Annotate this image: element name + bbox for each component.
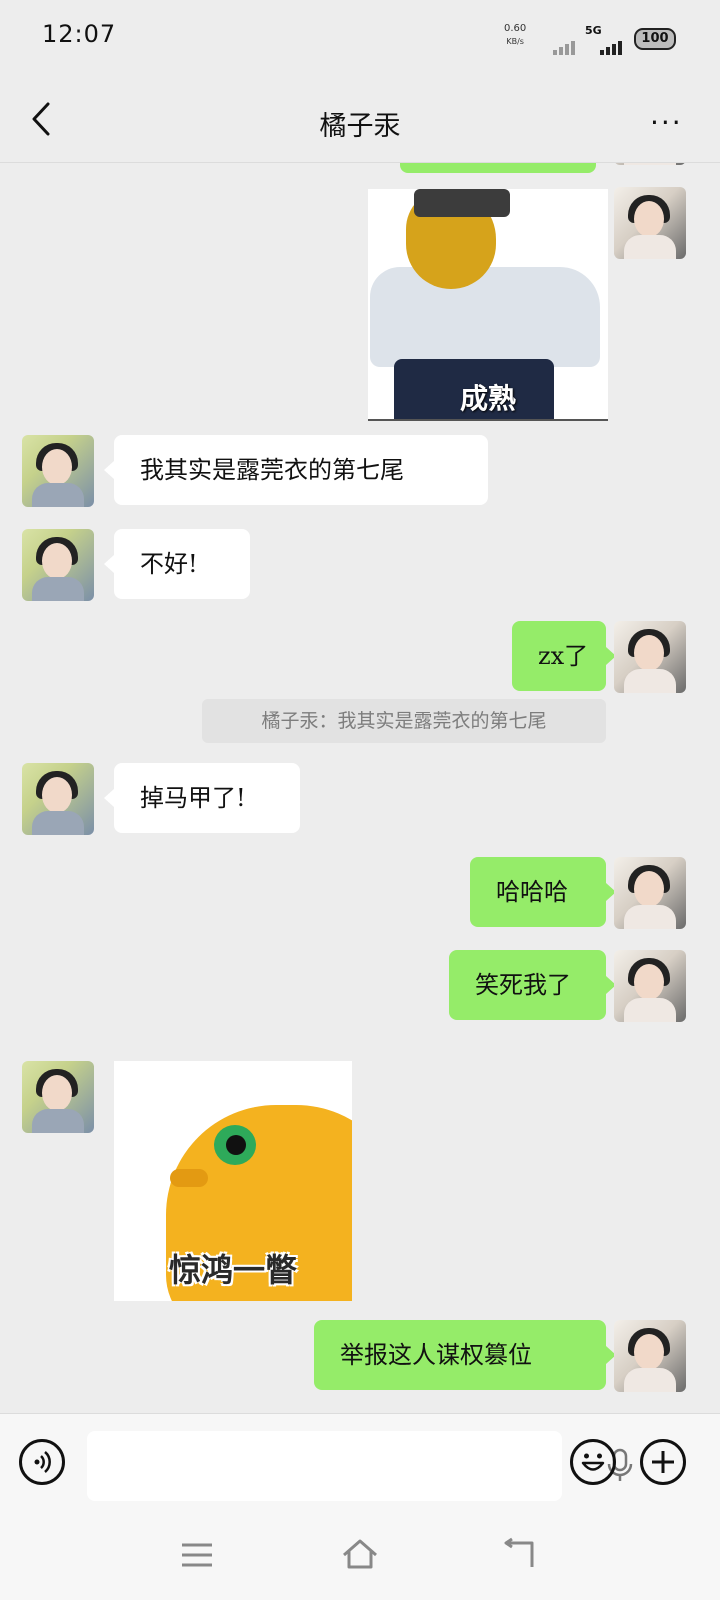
message-bubble[interactable]: 哈哈哈 [470, 857, 616, 927]
menu-icon[interactable] [180, 1541, 214, 1569]
avatar[interactable] [22, 763, 94, 835]
chat-title: 橘子汞 [319, 111, 401, 142]
signal-icon-sim1 [553, 36, 577, 55]
chat-header: 橘子汞 ··· [0, 76, 720, 163]
input-bar [0, 1413, 720, 1514]
plus-icon[interactable] [640, 1439, 686, 1485]
avatar[interactable] [614, 187, 686, 259]
message-bubble[interactable]: zx了 [512, 621, 616, 691]
message-bubble-partial [400, 163, 596, 173]
message-input[interactable] [99, 1431, 503, 1503]
sticker-caption: 惊鸿一瞥 [168, 1251, 297, 1289]
avatar[interactable] [22, 1061, 94, 1133]
message-bubble[interactable]: 我其实是露莞衣的第七尾 [104, 435, 488, 505]
message-list[interactable]: 成熟 我其实是露莞衣的第七尾 不好! zx了 橘子汞：我其实是露莞衣的第七尾 掉… [0, 163, 720, 1413]
battery-icon: 100 [634, 28, 676, 50]
status-bar: 12:07 0.60 KB/s 5G 100 [0, 0, 720, 76]
message-bubble[interactable]: 不好! [104, 529, 250, 599]
status-time: 12:07 [42, 20, 117, 48]
system-nav-bar [0, 1513, 720, 1600]
back-icon[interactable] [502, 1537, 538, 1571]
avatar[interactable] [614, 621, 686, 693]
sticker-image[interactable]: 成熟 [368, 189, 608, 421]
signal-icon-sim2 [600, 36, 624, 55]
network-speed-unit: KB/s [506, 37, 524, 46]
more-dots-icon[interactable]: ··· [650, 106, 683, 139]
message-bubble[interactable]: 掉马甲了! [104, 763, 300, 833]
network-speed: 0.60 KB/s [504, 22, 526, 48]
sticker-image[interactable]: 惊鸿一瞥 [114, 1061, 352, 1301]
quoted-message[interactable]: 橘子汞：我其实是露莞衣的第七尾 [202, 699, 606, 743]
message-bubble[interactable]: 举报这人谋权篡位 [314, 1320, 616, 1390]
avatar[interactable] [614, 857, 686, 929]
network-speed-value: 0.60 [504, 23, 527, 34]
sticker-caption: 成熟 [459, 382, 516, 415]
avatar[interactable] [22, 529, 94, 601]
avatar[interactable] [614, 163, 686, 165]
message-input-field[interactable] [87, 1431, 633, 1503]
avatar[interactable] [614, 1320, 686, 1392]
emoji-icon[interactable] [570, 1439, 616, 1485]
avatar[interactable] [614, 950, 686, 1022]
avatar[interactable] [22, 435, 94, 507]
message-bubble[interactable]: 笑死我了 [449, 950, 616, 1020]
home-icon[interactable] [340, 1537, 380, 1571]
voice-icon[interactable] [19, 1439, 65, 1485]
